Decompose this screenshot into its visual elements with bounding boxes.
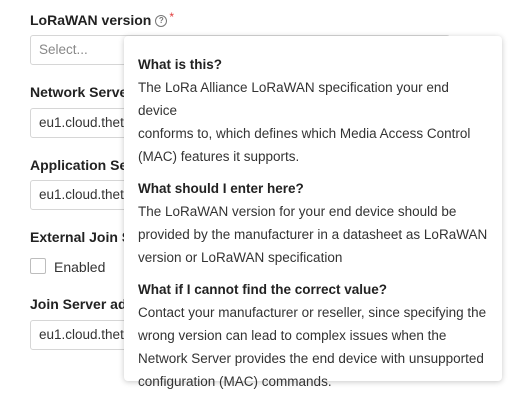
join-server-address-value: eu1.cloud.thet — [39, 327, 124, 342]
required-mark: * — [169, 10, 175, 24]
external-join-server-label: External Join Se — [30, 229, 139, 245]
tooltip-line: conforms to, which defines which Media A… — [138, 126, 471, 141]
tooltip-line: Network Server provides the end device w… — [138, 351, 484, 366]
tooltip-line: wrong version can lead to complex issues… — [138, 328, 447, 343]
join-server-address-label: Join Server add — [30, 296, 136, 312]
lorawan-version-placeholder: Select... — [39, 42, 88, 57]
tooltip-line: Contact your manufacturer or reseller, s… — [138, 305, 487, 320]
tooltip-section-enter: What should I enter here? The LoRaWAN ve… — [138, 178, 488, 269]
network-server-value: eu1.cloud.thet — [39, 115, 124, 130]
network-server-label: Network Server — [30, 84, 133, 100]
tooltip-heading: What if I cannot find the correct value? — [138, 282, 388, 297]
tooltip-line: provided by the manufacturer in a datash… — [138, 227, 488, 242]
tooltip-line: The LoRa Alliance LoRaWAN specification … — [138, 80, 449, 118]
tooltip-section-cannot-find: What if I cannot find the correct value?… — [138, 279, 488, 393]
external-join-server-checkbox[interactable] — [30, 258, 46, 274]
tooltip-heading: What is this? — [138, 57, 222, 72]
tooltip-line: version or LoRaWAN specification — [138, 250, 343, 265]
lorawan-version-help-tooltip: What is this? The LoRa Alliance LoRaWAN … — [124, 36, 502, 389]
lorawan-version-label: LoRaWAN version? * — [30, 10, 174, 28]
lorawan-version-label-text: LoRaWAN version — [30, 12, 152, 28]
tooltip-line: (MAC) features it supports. — [138, 149, 300, 164]
tooltip-line: configuration (MAC) commands. — [138, 374, 332, 389]
external-join-server-checkbox-label: Enabled — [54, 259, 106, 275]
application-server-value: eu1.cloud.thet — [39, 187, 124, 202]
tooltip-section-what: What is this? The LoRa Alliance LoRaWAN … — [138, 54, 488, 168]
question-circle-icon[interactable]: ? — [155, 15, 168, 27]
tooltip-line: The LoRaWAN version for your end device … — [138, 204, 457, 219]
tooltip-heading: What should I enter here? — [138, 181, 304, 196]
